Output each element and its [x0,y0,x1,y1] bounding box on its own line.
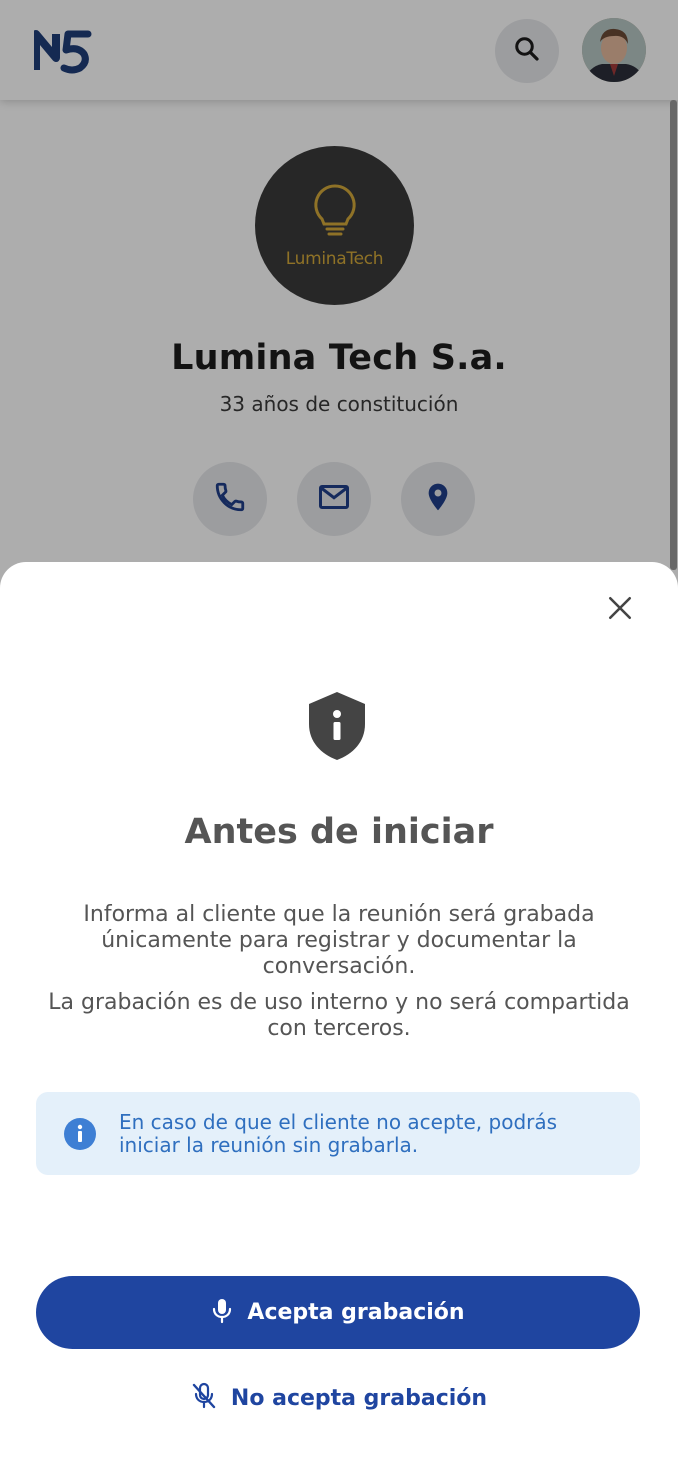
info-banner-text: En caso de que el cliente no acepte, pod… [119,1109,558,1157]
decline-recording-button[interactable]: No acepta grabación [0,1378,678,1418]
description-paragraph-1: Informa al cliente que la reunión será g… [83,902,595,979]
info-banner: En caso de que el cliente no acepte, pod… [36,1092,640,1175]
accept-recording-button[interactable]: Acepta grabación [36,1276,640,1349]
accept-recording-label: Acepta grabación [247,1300,465,1325]
shield-info-icon [305,690,369,762]
microphone-icon [211,1297,233,1329]
close-icon [607,595,633,625]
info-icon [63,1117,97,1151]
description-paragraph-2: La grabación es de uso interno y no será… [48,990,630,1041]
microphone-off-icon [191,1382,217,1414]
sheet-description: Informa al cliente que la reunión será g… [40,902,638,1042]
recording-consent-sheet: Antes de iniciar Informa al cliente que … [0,562,678,1470]
close-button[interactable] [600,590,640,630]
sheet-title: Antes de iniciar [184,812,494,852]
decline-recording-label: No acepta grabación [230,1385,488,1411]
